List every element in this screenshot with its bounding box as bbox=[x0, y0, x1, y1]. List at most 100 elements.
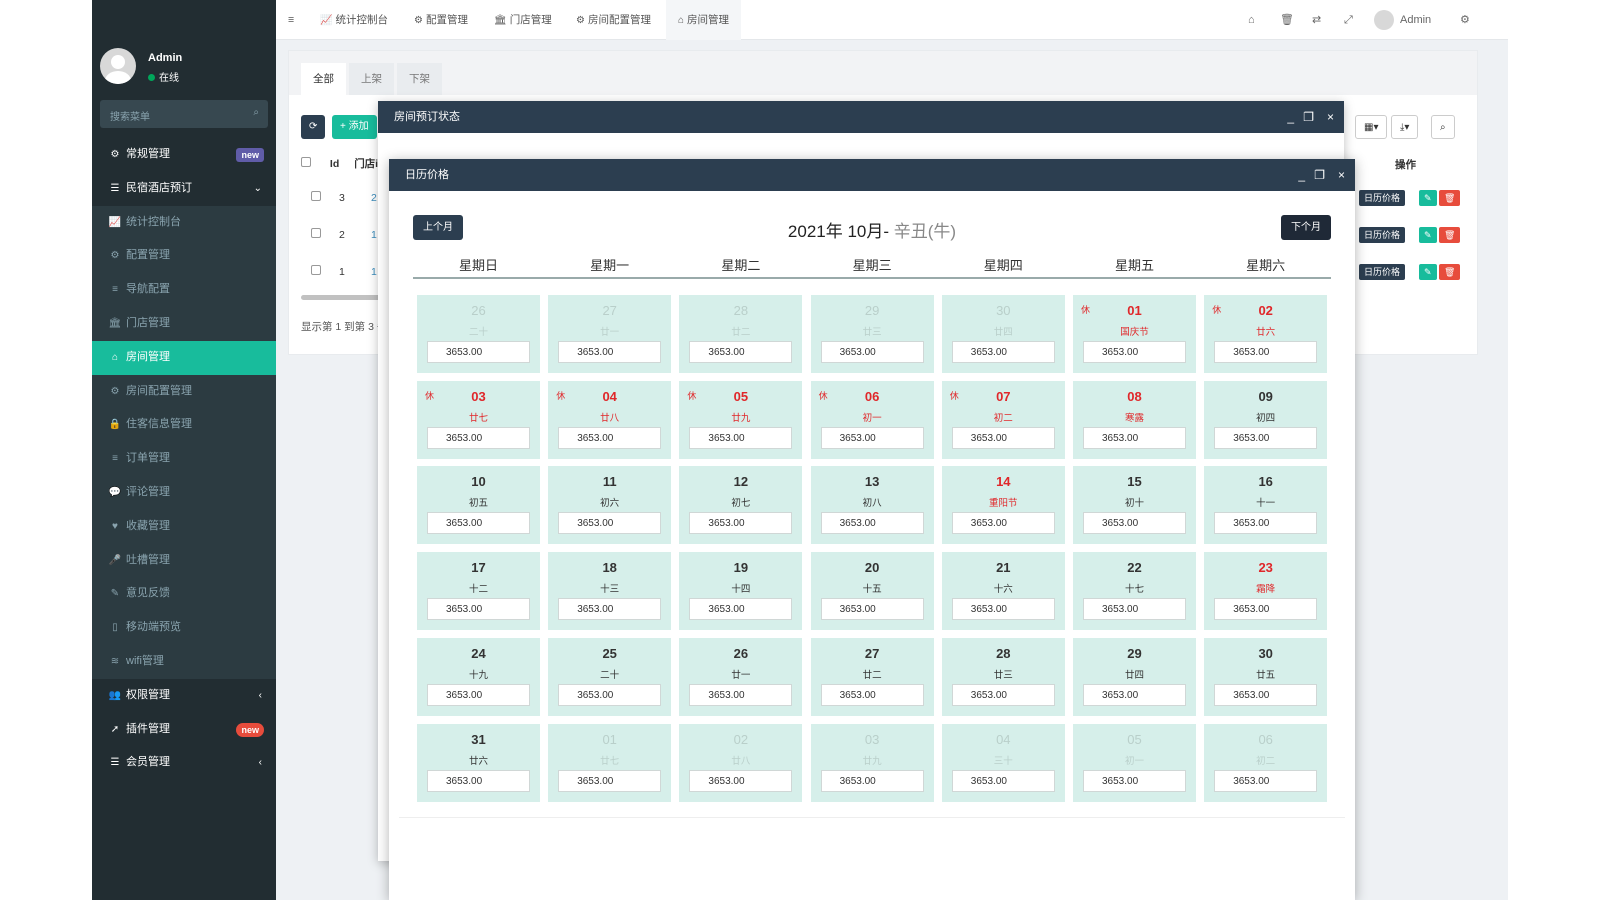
admin-menu[interactable]: Admin bbox=[1400, 0, 1431, 40]
price-input[interactable]: 3653.00 bbox=[1083, 426, 1186, 449]
calendar-day-cell[interactable]: 10 初五 3653.00 bbox=[417, 466, 540, 545]
price-input[interactable]: 3653.00 bbox=[820, 769, 924, 792]
price-input[interactable]: 3653.00 bbox=[951, 598, 1055, 621]
sidebar-item[interactable]: ≋ wifi管理 bbox=[92, 644, 276, 679]
calendar-day-cell[interactable]: 13 初八 3653.00 bbox=[810, 466, 934, 545]
price-input[interactable]: 3653.00 bbox=[951, 426, 1055, 449]
translate-icon[interactable]: ⇄ bbox=[1312, 0, 1321, 40]
calendar-day-cell[interactable]: 20 十五 3653.00 bbox=[810, 552, 934, 631]
minimize-icon[interactable]: _ bbox=[1298, 159, 1305, 191]
price-input[interactable]: 3653.00 bbox=[427, 512, 530, 535]
sidebar-item[interactable]: ⌂ 房间管理 bbox=[92, 340, 276, 375]
edit-icon[interactable]: ✎ bbox=[1419, 190, 1437, 206]
sidebar-item[interactable]: ✎ 意见反馈 bbox=[92, 577, 276, 612]
calendar-day-cell[interactable]: 05 初一 3653.00 bbox=[1073, 723, 1196, 802]
calendar-day-cell[interactable]: 29 廿三 3653.00 bbox=[810, 295, 934, 373]
tab-all[interactable]: 全部 bbox=[301, 63, 346, 95]
price-input[interactable]: 3653.00 bbox=[689, 769, 793, 792]
refresh-button[interactable]: ⟳ bbox=[301, 115, 326, 139]
minimize-icon[interactable]: _ bbox=[1287, 101, 1294, 133]
calendar-day-cell[interactable]: 27 廿二 3653.00 bbox=[810, 637, 934, 716]
price-input[interactable]: 3653.00 bbox=[1214, 341, 1318, 363]
price-input[interactable]: 3653.00 bbox=[1214, 512, 1318, 535]
calendar-day-cell[interactable]: 02 廿八 3653.00 bbox=[679, 723, 803, 802]
calendar-day-cell[interactable]: 11 初六 3653.00 bbox=[548, 466, 672, 545]
price-input[interactable]: 3653.00 bbox=[951, 512, 1055, 535]
sidebar-item[interactable]: ≡ 订单管理 bbox=[92, 442, 276, 476]
price-input[interactable]: 3653.00 bbox=[951, 341, 1055, 363]
calendar-day-cell[interactable]: 16 十一 3653.00 bbox=[1204, 466, 1328, 545]
sidebar-item[interactable]: ≡ 导航配置 bbox=[92, 273, 276, 307]
calendar-day-cell[interactable]: 15 初十 3653.00 bbox=[1073, 466, 1196, 545]
calendar-day-cell[interactable]: 休 05 廿九 3653.00 bbox=[679, 380, 803, 459]
search-icon[interactable]: ⌕ bbox=[1431, 115, 1455, 139]
price-input[interactable]: 3653.00 bbox=[1083, 598, 1186, 621]
columns-toggle-icon[interactable]: ▦▾ bbox=[1355, 115, 1388, 139]
select-all-checkbox[interactable] bbox=[301, 157, 311, 167]
calendar-day-cell[interactable]: 08 寒露 3653.00 bbox=[1073, 380, 1196, 459]
calendar-day-cell[interactable]: 26 廿一 3653.00 bbox=[679, 637, 803, 716]
calendar-day-cell[interactable]: 休 04 廿八 3653.00 bbox=[548, 380, 672, 459]
tab-on-shelf[interactable]: 上架 bbox=[349, 63, 394, 95]
calendar-day-cell[interactable]: 17 十二 3653.00 bbox=[417, 552, 540, 631]
calendar-day-cell[interactable]: 19 十四 3653.00 bbox=[679, 552, 803, 631]
price-input[interactable]: 3653.00 bbox=[820, 512, 924, 535]
row-store[interactable]: 1 bbox=[371, 229, 377, 241]
tab-stats-console[interactable]: 📈 统计控制台 bbox=[320, 0, 388, 40]
sidebar-item[interactable]: ⚙ 房间配置管理 bbox=[92, 374, 276, 409]
row-checkbox[interactable] bbox=[311, 228, 321, 238]
price-input[interactable]: 3653.00 bbox=[689, 512, 793, 535]
price-input[interactable]: 3653.00 bbox=[558, 683, 662, 706]
row-checkbox[interactable] bbox=[311, 265, 321, 275]
delete-icon[interactable]: 🗑 bbox=[1439, 264, 1461, 280]
calendar-day-cell[interactable]: 25 二十 3653.00 bbox=[548, 637, 672, 716]
calendar-day-cell[interactable]: 28 廿二 3653.00 bbox=[679, 295, 803, 373]
price-input[interactable]: 3653.00 bbox=[1214, 769, 1318, 792]
close-icon[interactable]: × bbox=[1327, 101, 1334, 133]
price-input[interactable]: 3653.00 bbox=[820, 341, 924, 363]
calendar-day-cell[interactable]: 14 重阳节 3653.00 bbox=[941, 466, 1065, 545]
calendar-day-cell[interactable]: 23 霜降 3653.00 bbox=[1204, 552, 1328, 631]
calendar-day-cell[interactable]: 06 初二 3653.00 bbox=[1204, 723, 1328, 802]
calendar-day-cell[interactable]: 22 十七 3653.00 bbox=[1073, 552, 1196, 631]
trash-icon[interactable]: 🗑 bbox=[1280, 0, 1294, 40]
next-month-button[interactable]: 下个月 bbox=[1281, 215, 1331, 240]
calendar-day-cell[interactable]: 21 十六 3653.00 bbox=[941, 552, 1065, 631]
calendar-day-cell[interactable]: 04 三十 3653.00 bbox=[941, 723, 1065, 802]
price-input[interactable]: 3653.00 bbox=[1214, 683, 1318, 706]
price-input[interactable]: 3653.00 bbox=[689, 598, 793, 621]
calendar-day-cell[interactable]: 12 初七 3653.00 bbox=[679, 466, 803, 545]
menu-search-input[interactable]: 搜索菜单 ⌕ bbox=[100, 100, 268, 128]
fullscreen-icon[interactable]: ⤢ bbox=[1344, 0, 1353, 40]
add-button[interactable]: + 添加 bbox=[332, 115, 377, 139]
sidebar-item[interactable]: 📈 统计控制台 bbox=[92, 205, 276, 240]
price-input[interactable]: 3653.00 bbox=[558, 341, 662, 363]
calendar-day-cell[interactable]: 29 廿四 3653.00 bbox=[1073, 637, 1196, 716]
price-input[interactable]: 3653.00 bbox=[558, 598, 662, 621]
calendar-day-cell[interactable]: 休 01 国庆节 3653.00 bbox=[1073, 295, 1196, 373]
sidebar-item[interactable]: 💬 评论管理 bbox=[92, 475, 276, 510]
sidebar-item[interactable]: ▯ 移动端预览 bbox=[92, 611, 276, 645]
price-input[interactable]: 3653.00 bbox=[427, 683, 530, 706]
edit-icon[interactable]: ✎ bbox=[1419, 227, 1437, 243]
tab-stores[interactable]: 🏛 门店管理 bbox=[494, 0, 552, 40]
calendar-day-cell[interactable]: 休 07 初二 3653.00 bbox=[941, 380, 1065, 459]
tab-room-config[interactable]: ⚙ 房间配置管理 bbox=[576, 0, 651, 40]
menu-toggle-icon[interactable]: ≡ bbox=[288, 0, 294, 40]
price-input[interactable]: 3653.00 bbox=[427, 769, 530, 792]
home-icon[interactable]: ⌂ bbox=[1248, 0, 1255, 40]
calendar-day-cell[interactable]: 休 02 廿六 3653.00 bbox=[1204, 295, 1328, 373]
price-input[interactable]: 3653.00 bbox=[689, 341, 793, 363]
calendar-day-cell[interactable]: 30 廿五 3653.00 bbox=[1204, 637, 1328, 716]
sidebar-item[interactable]: ⚙ 配置管理 bbox=[92, 239, 276, 274]
calendar-day-cell[interactable]: 28 廿三 3653.00 bbox=[941, 637, 1065, 716]
sidebar-item[interactable]: 👥 权限管理 ‹ bbox=[92, 679, 276, 713]
calendar-day-cell[interactable]: 27 廿一 3653.00 bbox=[548, 295, 672, 373]
sidebar-item[interactable]: 🔒 住客信息管理 bbox=[92, 408, 276, 443]
price-input[interactable]: 3653.00 bbox=[1083, 341, 1186, 363]
price-input[interactable]: 3653.00 bbox=[1083, 769, 1186, 792]
tab-rooms[interactable]: ⌂ 房间管理 bbox=[666, 0, 742, 40]
price-input[interactable]: 3653.00 bbox=[951, 769, 1055, 792]
sidebar-item[interactable]: 🏛 门店管理 bbox=[92, 306, 276, 341]
sidebar-item[interactable]: ☰ 民宿酒店预订 ⌄ bbox=[92, 172, 276, 206]
